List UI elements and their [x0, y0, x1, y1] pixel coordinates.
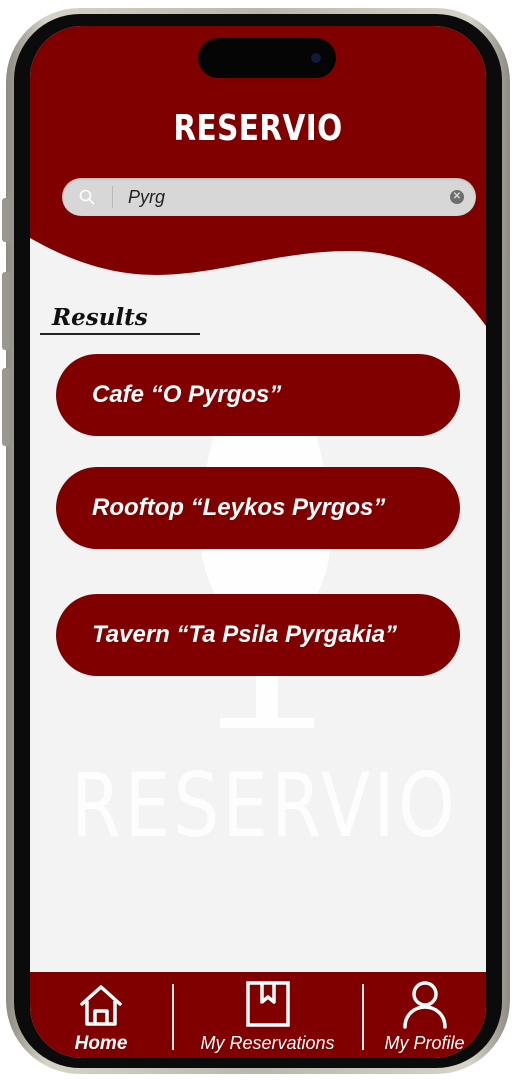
phone-volume-up-button: [2, 272, 10, 350]
result-item-cafe-o-pyrgos[interactable]: Cafe “O Pyrgos”: [56, 354, 460, 436]
search-bar[interactable]: ✕: [62, 178, 476, 216]
bottom-nav: Home My Reservations My Profile: [30, 972, 486, 1058]
app-title: RESERVIO: [173, 108, 343, 149]
nav-label-my-reservations: My Reservations: [200, 1033, 335, 1053]
search-input[interactable]: [124, 182, 432, 212]
result-item-tavern-ta-psila-pyrgakia[interactable]: Tavern “Ta Psila Pyrgakia”: [56, 594, 460, 676]
search-icon: [79, 189, 95, 205]
front-camera: [311, 53, 321, 63]
nav-item-my-profile[interactable]: My Profile: [363, 972, 486, 1058]
watermark-text: RESERVIO: [71, 754, 459, 857]
nav-item-home[interactable]: Home: [30, 972, 172, 1058]
nav-item-my-reservations[interactable]: My Reservations: [173, 972, 362, 1058]
dynamic-island: [198, 38, 336, 78]
result-item-rooftop-leykos-pyrgos[interactable]: Rooftop “Leykos Pyrgos”: [56, 467, 460, 549]
profile-icon: [403, 981, 447, 1029]
results-heading: Results: [52, 304, 148, 331]
app-screen: RESERVIO ✕ RESERVIO Results Cafe “O Pyrg…: [30, 26, 486, 1058]
clear-icon[interactable]: ✕: [450, 190, 464, 204]
results-underline: [40, 333, 200, 335]
home-icon: [80, 985, 122, 1026]
bookmark-icon: [246, 981, 290, 1027]
search-divider: [112, 186, 113, 208]
nav-label-my-profile: My Profile: [384, 1033, 465, 1053]
phone-action-button: [2, 198, 10, 242]
phone-volume-down-button: [2, 368, 10, 446]
nav-label-home: Home: [74, 1033, 128, 1054]
